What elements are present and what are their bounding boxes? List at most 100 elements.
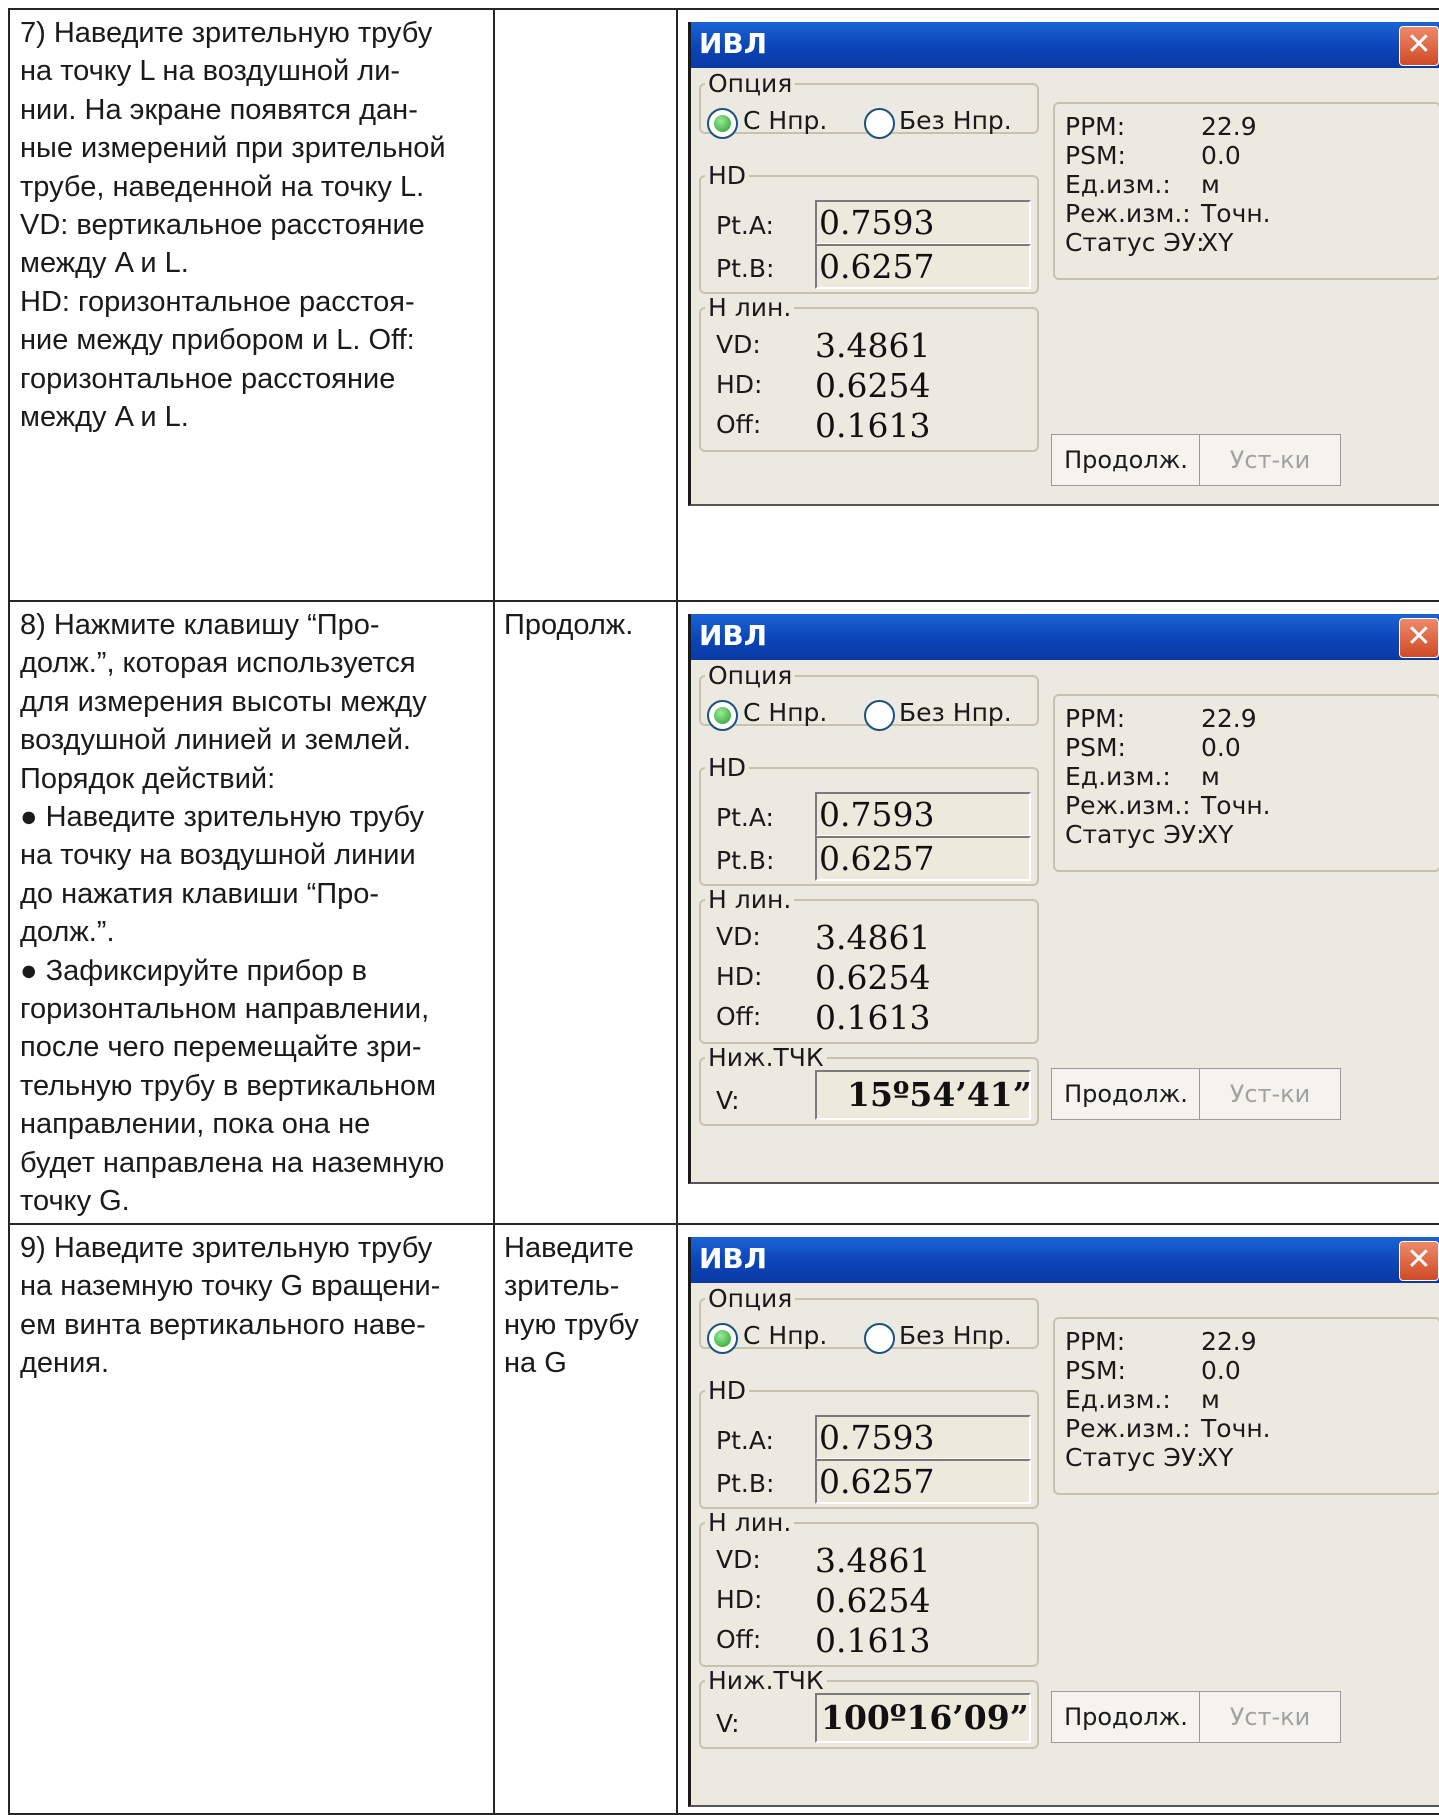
instruction-line: между A и L. (20, 247, 189, 280)
instruction-line: горизонтальном направлении, (20, 993, 430, 1026)
option-group-label: Опция (708, 69, 793, 98)
radio-without-direction[interactable] (864, 108, 895, 139)
instruction-cell: 8) Нажмите клавишу “Про- долж.”, которая… (8, 600, 495, 1225)
low-point-group-label: Ниж.ТЧК (708, 1666, 824, 1695)
radio-without-label: Без Нпр. (899, 698, 1012, 727)
instruction-line: 7) Наведите зрительную трубу (20, 17, 433, 49)
info-mode-value: Точн. (1201, 199, 1271, 228)
instruction-line: Порядок действий: (20, 762, 276, 795)
info-ppm-label: PPM: (1065, 112, 1126, 141)
option-group-label: Опция (708, 661, 793, 690)
instruction-line: будет направлена на наземную (20, 1146, 445, 1179)
vd-value: 3.4861 (815, 326, 931, 365)
pt-a-field: 0.7593 (815, 1415, 1031, 1460)
settings-button[interactable]: Уст-ки (1199, 1068, 1341, 1120)
info-psm-label: PSM: (1065, 1356, 1126, 1385)
ivl-window: ИВЛ ✕ Опция С Нпр. Без Нпр. HD Pt.A: 0.7… (688, 614, 1439, 1184)
continue-button[interactable]: Продолж. (1051, 1691, 1201, 1743)
pt-b-label: Pt.B: (716, 1469, 775, 1498)
radio-with-direction[interactable] (707, 700, 738, 731)
instruction-line: HD: горизонтальное расстоя- (20, 285, 415, 318)
info-unit-value: м (1201, 762, 1220, 791)
info-status-label: Статус ЭУ: (1065, 1443, 1205, 1472)
info-panel: PPM: 22.9 PSM: 0.0 Ед.изм.: м Реж.изм.: … (1053, 102, 1439, 280)
instruction-line: VD: вертикальное расстояние (20, 209, 425, 242)
hd-group-label: HD (708, 753, 747, 782)
info-mode-label: Реж.изм.: (1065, 1414, 1191, 1443)
info-mode-value: Точн. (1201, 1414, 1271, 1443)
pt-b-field: 0.6257 (815, 836, 1031, 881)
radio-without-label: Без Нпр. (899, 106, 1012, 135)
instruction-text: 8) Нажмите клавишу “Про- долж.”, которая… (10, 602, 493, 1221)
table-row: 7) Наведите зрительную трубу на точку L … (8, 8, 1439, 602)
pt-b-value: 0.6257 (819, 839, 935, 878)
hd-label: HD: (716, 962, 763, 991)
info-psm-value: 0.0 (1201, 141, 1241, 170)
instruction-line: 8) Нажмите клавишу “Про- (20, 609, 380, 641)
pt-b-field: 0.6257 (815, 244, 1031, 289)
instruction-line: ● Зафиксируйте прибор в (20, 954, 367, 987)
vd-label: VD: (716, 922, 761, 951)
radio-without-direction[interactable] (864, 700, 895, 731)
info-ppm-label: PPM: (1065, 704, 1126, 733)
close-icon[interactable]: ✕ (1399, 618, 1439, 658)
hline-group-label: Н лин. (708, 885, 792, 914)
hline-group-label: Н лин. (708, 293, 792, 322)
pt-a-label: Pt.A: (716, 803, 774, 832)
info-status-value: XY (1201, 1443, 1234, 1472)
instruction-line: дения. (20, 1347, 110, 1380)
pt-b-field: 0.6257 (815, 1459, 1031, 1504)
instruction-line: воздушной линией и землей. (20, 724, 411, 757)
v-field: 15º54’41” (815, 1070, 1032, 1120)
info-unit-value: м (1201, 1385, 1220, 1414)
vd-value: 3.4861 (815, 918, 931, 957)
info-unit-label: Ед.изм.: (1065, 170, 1171, 199)
continue-button[interactable]: Продолж. (1051, 434, 1201, 486)
v-value: 15º54’41” (847, 1075, 1032, 1114)
pt-a-label: Pt.A: (716, 211, 774, 240)
continue-button[interactable]: Продолж. (1051, 1068, 1201, 1120)
settings-button[interactable]: Уст-ки (1199, 1691, 1341, 1743)
hd-label: HD: (716, 370, 763, 399)
hd-value: 0.6254 (815, 366, 931, 405)
close-icon[interactable]: ✕ (1399, 1241, 1439, 1281)
ivl-window: ИВЛ ✕ Опция С Нпр. Без Нпр. HD Pt.A: 0.7… (688, 1237, 1439, 1807)
table-row: 8) Нажмите клавишу “Про- долж.”, которая… (8, 600, 1439, 1225)
info-panel: PPM: 22.9 PSM: 0.0 Ед.изм.: м Реж.изм.: … (1053, 1317, 1439, 1495)
window-title: ИВЛ (699, 619, 768, 652)
info-unit-value: м (1201, 170, 1220, 199)
pt-b-label: Pt.B: (716, 254, 775, 283)
vd-label: VD: (716, 330, 761, 359)
info-status-label: Статус ЭУ: (1065, 228, 1205, 257)
window-title: ИВЛ (699, 27, 768, 60)
instruction-line: горизонтальное расстояние (20, 362, 396, 395)
instruction-line: после чего перемещайте зри- (20, 1031, 422, 1064)
table-row: 9) Наведите зрительную трубу на наземную… (8, 1223, 1439, 1815)
close-icon[interactable]: ✕ (1399, 26, 1439, 66)
radio-with-direction[interactable] (707, 1323, 738, 1354)
radio-without-label: Без Нпр. (899, 1321, 1012, 1350)
radio-with-direction[interactable] (707, 108, 738, 139)
radio-with-label: С Нпр. (743, 1321, 828, 1350)
instruction-line: ем винта вертикального наве- (20, 1308, 426, 1341)
info-mode-label: Реж.изм.: (1065, 199, 1191, 228)
screen-cell: ИВЛ ✕ Опция С Нпр. Без Нпр. HD Pt.A: 0.7… (676, 8, 1439, 602)
instruction-line: на наземную точку G вращени- (20, 1270, 441, 1303)
instruction-line: ние между прибором и L. Off: (20, 324, 415, 357)
radio-without-direction[interactable] (864, 1323, 895, 1354)
instruction-cell: 9) Наведите зрительную трубу на наземную… (8, 1223, 495, 1815)
pt-a-label: Pt.A: (716, 1426, 774, 1455)
v-field: 100º16’09” (815, 1693, 1031, 1743)
pt-a-value: 0.7593 (819, 795, 935, 834)
screen-cell: ИВЛ ✕ Опция С Нпр. Без Нпр. HD Pt.A: 0.7… (676, 600, 1439, 1225)
instruction-line: до нажатия клавиши “Про- (20, 877, 379, 910)
window-title: ИВЛ (699, 1242, 768, 1275)
info-psm-value: 0.0 (1201, 1356, 1241, 1385)
radio-selected-dot (714, 1330, 731, 1347)
info-psm-label: PSM: (1065, 733, 1126, 762)
window-titlebar: ИВЛ ✕ (691, 22, 1439, 68)
hd-group-label: HD (708, 1376, 747, 1405)
off-label: Off: (716, 410, 762, 439)
settings-button[interactable]: Уст-ки (1199, 434, 1341, 486)
pt-b-value: 0.6257 (819, 1462, 935, 1501)
